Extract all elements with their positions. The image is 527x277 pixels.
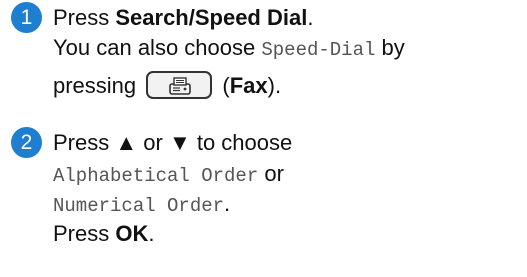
instruction-text: pressing [53,73,137,98]
lcd-option-numerical-order: Numerical Order [53,195,225,217]
punctuation: . [224,191,231,216]
instruction-text: to choose [190,130,293,155]
punctuation: . [307,5,314,30]
button-name-search-speed-dial: Search/Speed Dial [115,5,308,30]
button-name-fax: Fax [229,73,268,98]
lcd-option-alphabetical-order: Alphabetical Order [53,165,259,187]
instruction-text: by [375,35,405,60]
instruction-text: Press [53,5,116,30]
step-1-line-3: pressing (Fax). [53,71,282,101]
down-arrow-icon: ▼ [168,130,191,155]
lcd-option-speed-dial: Speed-Dial [261,39,376,61]
step-2-line-2: Alphabetical Order or [53,161,284,189]
step-2-line-3: Numerical Order. [53,191,230,219]
fax-machine-icon [169,77,192,95]
fax-key-button-illustration [146,71,213,100]
step-number-badge: 1 [11,2,42,33]
punctuation: ). [267,73,282,98]
instruction-text: or [258,161,284,186]
instruction-text: Press [53,221,116,246]
punctuation: ( [222,73,230,98]
button-name-ok: OK [115,221,149,246]
step-2-line-1: Press ▲ or ▼ to choose [53,130,292,156]
step-1-line-2: You can also choose Speed-Dial by [53,35,405,63]
up-arrow-icon: ▲ [115,130,138,155]
instruction-text: Press [53,130,116,155]
instruction-text: or [137,130,169,155]
step-number-badge: 2 [11,127,42,158]
step-1-line-1: Press Search/Speed Dial. [53,5,313,31]
instruction-text: You can also choose [53,35,262,60]
step-2-line-4: Press OK. [53,221,154,247]
punctuation: . [148,221,155,246]
